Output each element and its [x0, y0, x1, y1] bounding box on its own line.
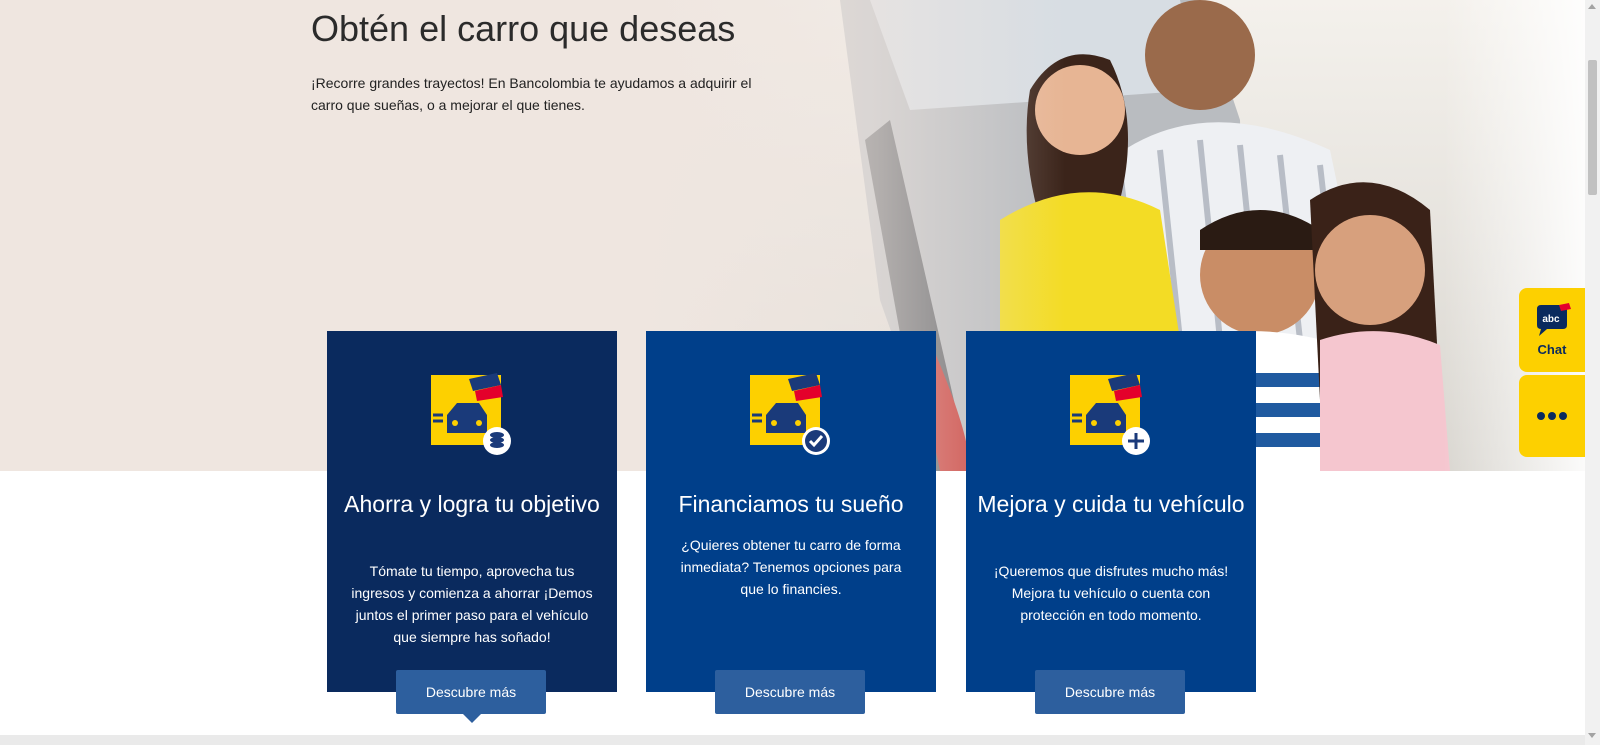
- car-savings-icon: [431, 373, 511, 455]
- chat-badge-text: abc: [1542, 314, 1560, 325]
- discover-more-button[interactable]: Descubre más: [1035, 670, 1185, 714]
- card-savings: Ahorra y logra tu objetivo Tómate tu tie…: [327, 331, 617, 714]
- card-text: ¿Quieres obtener tu carro de forma inmed…: [680, 537, 902, 597]
- scroll-down-arrow-icon[interactable]: [1588, 733, 1596, 738]
- card-title: Financiamos tu sueño: [678, 491, 904, 517]
- chat-widget-button[interactable]: abc Chat: [1519, 288, 1585, 372]
- chat-label: Chat: [1537, 342, 1567, 357]
- more-dots-icon: [1537, 412, 1567, 420]
- car-financing-icon: [750, 373, 830, 455]
- page-title: Obtén el carro que deseas: [311, 8, 736, 49]
- card-title: Ahorra y logra tu objetivo: [344, 491, 600, 517]
- scroll-up-arrow-icon[interactable]: [1588, 4, 1596, 9]
- card-text: Tómate tu tiempo, aprovecha tus ingresos…: [351, 563, 593, 645]
- card-text: ¡Queremos que disfrutes mucho más! Mejor…: [993, 563, 1229, 623]
- discover-more-button[interactable]: Descubre más: [396, 670, 546, 714]
- card-financing: Financiamos tu sueño ¿Quieres obtener tu…: [646, 331, 936, 714]
- hero-description: ¡Recorre grandes trayectos! En Bancolomb…: [311, 75, 752, 113]
- more-options-button[interactable]: [1519, 375, 1585, 457]
- active-card-pointer: [462, 713, 482, 723]
- car-improve-icon: [1070, 373, 1150, 455]
- chat-bubble-icon: abc: [1537, 303, 1571, 336]
- card-title: Mejora y cuida tu vehículo: [977, 491, 1245, 517]
- card-improve: Mejora y cuida tu vehículo ¡Queremos que…: [966, 331, 1256, 714]
- discover-more-button[interactable]: Descubre más: [715, 670, 865, 714]
- scrollbar-thumb[interactable]: [1588, 60, 1597, 195]
- section-divider: [0, 735, 1585, 745]
- vertical-scrollbar[interactable]: [1585, 0, 1600, 745]
